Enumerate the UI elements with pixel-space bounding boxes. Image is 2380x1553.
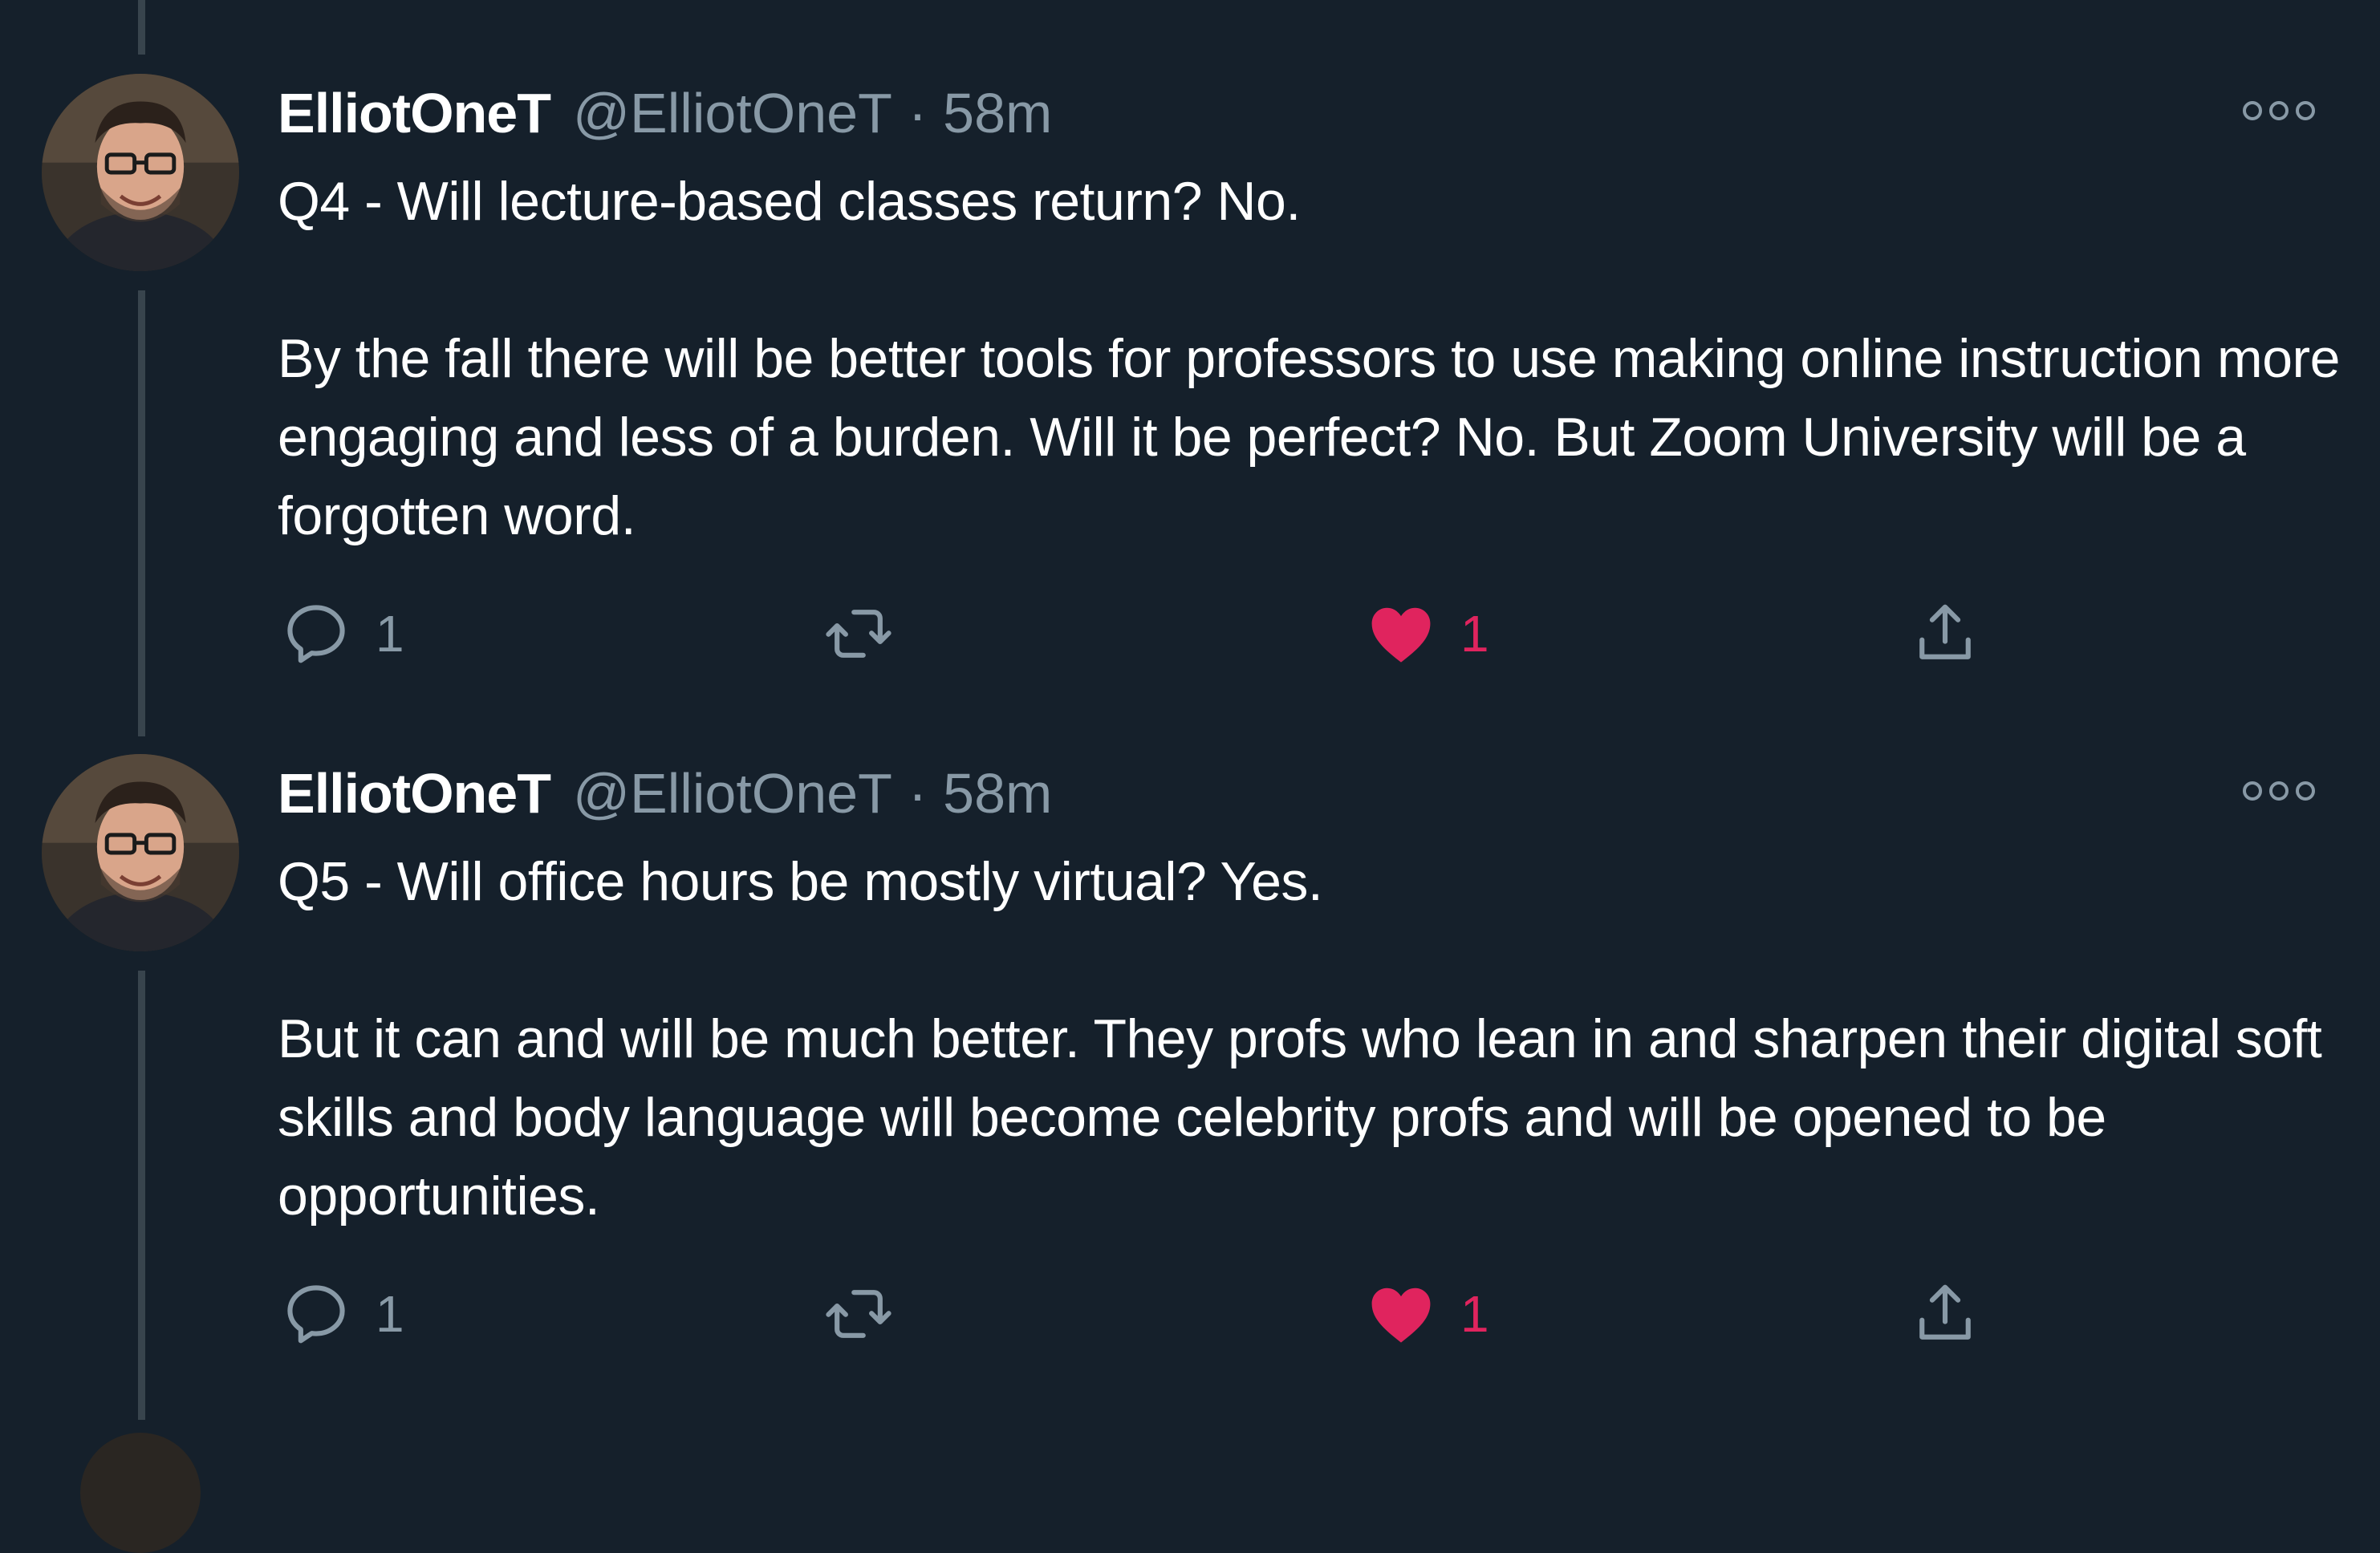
avatar[interactable] xyxy=(42,74,239,271)
heart-icon xyxy=(1364,1277,1438,1351)
display-name[interactable]: ElliotOneT xyxy=(278,77,551,149)
more-dot xyxy=(2269,781,2289,801)
like-button[interactable]: 1 xyxy=(1364,1274,1489,1354)
reply-count: 1 xyxy=(376,1285,404,1343)
avatar[interactable] xyxy=(80,1433,201,1553)
more-dot xyxy=(2296,101,2315,120)
retweet-icon xyxy=(822,597,896,671)
tweet[interactable]: ElliotOneT @ElliotOneT · 58m Q4 - Will l… xyxy=(0,0,2380,736)
tweet-actions: 1 1 xyxy=(0,594,2380,674)
more-options-icon[interactable] xyxy=(2243,91,2315,131)
tweet-paragraph: Q4 - Will lecture-based classes return? … xyxy=(278,171,1301,232)
tweet-paragraph: Q5 - Will office hours be mostly virtual… xyxy=(278,851,1323,912)
reply-icon xyxy=(279,597,353,671)
tweet-paragraph: By the fall there will be better tools f… xyxy=(278,328,2340,546)
avatar-image xyxy=(42,74,239,271)
retweet-icon xyxy=(822,1277,896,1351)
tweet-paragraph: But it can and will be much better. They… xyxy=(278,1008,2322,1227)
reply-count: 1 xyxy=(376,605,404,663)
tweet-text: Q4 - Will lecture-based classes return? … xyxy=(278,162,2348,555)
avatar[interactable] xyxy=(42,754,239,951)
reply-button[interactable]: 1 xyxy=(279,1274,404,1354)
like-button[interactable]: 1 xyxy=(1364,594,1489,674)
heart-icon xyxy=(1364,597,1438,671)
tweet-actions: 1 1 xyxy=(0,1274,2380,1354)
separator-dot: · xyxy=(908,82,928,144)
timestamp[interactable]: 58m xyxy=(943,757,1052,829)
tweet-header: ElliotOneT @ElliotOneT · 58m xyxy=(278,757,1052,829)
more-dot xyxy=(2269,101,2289,120)
tweet-text: Q5 - Will office hours be mostly virtual… xyxy=(278,842,2348,1235)
reply-icon xyxy=(279,1277,353,1351)
retweet-button[interactable] xyxy=(822,1274,896,1354)
share-icon xyxy=(1908,597,1982,671)
like-count: 1 xyxy=(1460,1285,1489,1343)
separator-dot: · xyxy=(908,762,928,825)
share-icon xyxy=(1908,1277,1982,1351)
tweet-header: ElliotOneT @ElliotOneT · 58m xyxy=(278,77,1052,149)
display-name[interactable]: ElliotOneT xyxy=(278,757,551,829)
more-options-icon[interactable] xyxy=(2243,771,2315,811)
share-button[interactable] xyxy=(1908,1274,1982,1354)
like-count: 1 xyxy=(1460,605,1489,663)
more-dot xyxy=(2243,101,2262,120)
retweet-button[interactable] xyxy=(822,594,896,674)
more-dot xyxy=(2243,781,2262,801)
reply-button[interactable]: 1 xyxy=(279,594,404,674)
share-button[interactable] xyxy=(1908,594,1982,674)
more-dot xyxy=(2296,781,2315,801)
timestamp[interactable]: 58m xyxy=(943,77,1052,149)
user-handle[interactable]: @ElliotOneT xyxy=(573,757,892,829)
user-handle[interactable]: @ElliotOneT xyxy=(573,77,892,149)
avatar-image xyxy=(42,754,239,951)
tweet[interactable]: ElliotOneT @ElliotOneT · 58m Q5 - Will o… xyxy=(0,680,2380,1450)
